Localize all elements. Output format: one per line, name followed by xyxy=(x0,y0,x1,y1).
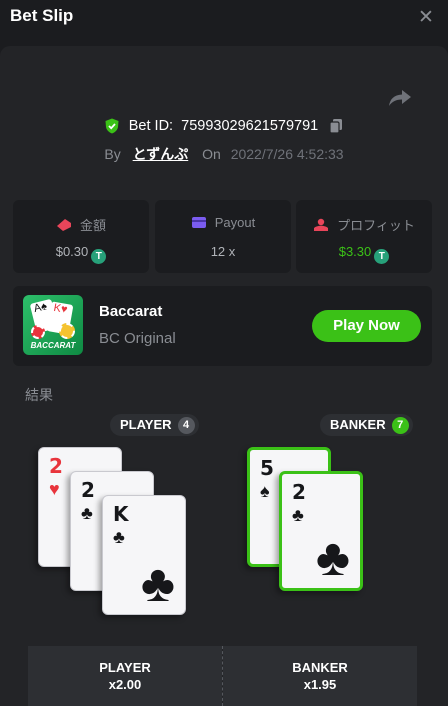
bet-id-value: 75993029621579791 xyxy=(181,118,319,135)
player-badge: PLAYER 4 xyxy=(110,414,199,436)
banker-card-2: 2 ♣ ♣ xyxy=(279,471,363,591)
club-icon: ♣ xyxy=(315,529,350,587)
copy-icon[interactable] xyxy=(328,118,344,134)
verified-shield-icon xyxy=(105,118,119,134)
stat-payout-value: 12 x xyxy=(210,244,236,259)
club-icon: ♣ xyxy=(140,555,175,613)
page-title: Bet Slip xyxy=(10,6,74,25)
spade-icon: ♠ xyxy=(260,481,270,501)
card-rank: 2 xyxy=(292,480,306,504)
result-label: 結果 xyxy=(25,387,53,403)
game-name: Baccarat xyxy=(99,303,163,320)
share-icon[interactable] xyxy=(388,88,412,108)
player-card-3: K ♣ ♣ xyxy=(102,495,186,615)
game-thumbnail[interactable]: A♠ K♥ BACCARAT xyxy=(23,295,83,355)
stat-amount-label: 金額 xyxy=(79,218,106,233)
bet-date: 2022/7/26 4:52:33 xyxy=(230,146,344,162)
wallet-icon xyxy=(191,217,206,228)
player-bet-option[interactable]: PLAYER x2.00 xyxy=(28,646,222,706)
game-thumbnail-text: BACCARAT xyxy=(30,341,76,350)
bet-author-row: By とずんぷ On 2022/7/26 4:52:33 xyxy=(0,144,448,164)
game-card: A♠ K♥ BACCARAT Baccarat BC Original Play… xyxy=(13,286,432,366)
play-now-button[interactable]: Play Now xyxy=(312,310,421,342)
player-bet-label: PLAYER xyxy=(99,660,151,675)
card-rank: 2 xyxy=(49,454,63,478)
by-label: By xyxy=(104,146,121,162)
banker-bet-odds: x1.95 xyxy=(303,677,337,692)
bet-id-label: Bet ID: xyxy=(128,118,174,135)
club-icon: ♣ xyxy=(81,503,93,523)
game-provider: BC Original xyxy=(99,330,176,347)
card-rank: 5 xyxy=(260,456,274,480)
stat-profit: プロフィット $3.30 T xyxy=(296,200,432,273)
player-badge-label: PLAYER xyxy=(120,417,172,432)
club-icon: ♣ xyxy=(113,527,125,547)
on-label: On xyxy=(202,146,221,162)
banker-badge: BANKER 7 xyxy=(320,414,413,436)
banker-score: 7 xyxy=(391,417,409,434)
banker-bet-option[interactable]: BANKER x1.95 xyxy=(223,646,417,706)
bet-amount-icon xyxy=(56,219,71,231)
stat-payout: Payout 12 x xyxy=(155,200,291,273)
stat-amount: 金額 $0.30 T xyxy=(13,200,149,273)
card-rank: K xyxy=(113,502,129,526)
player-score: 4 xyxy=(177,417,195,434)
profit-icon xyxy=(314,218,329,231)
card-rank: 2 xyxy=(81,478,95,502)
stat-profit-value: $3.30 xyxy=(338,244,372,259)
token-icon: T xyxy=(374,249,390,264)
club-icon: ♣ xyxy=(292,505,304,525)
heart-icon: ♥ xyxy=(49,479,60,499)
banker-badge-label: BANKER xyxy=(330,417,386,432)
banker-bet-label: BANKER xyxy=(292,660,348,675)
bet-slip-header: Bet Slip ✕ xyxy=(0,0,448,46)
user-link[interactable]: とずんぷ xyxy=(133,146,189,162)
bet-id-row: Bet ID: 75993029621579791 xyxy=(0,118,448,138)
token-icon: T xyxy=(91,249,107,264)
stat-payout-label: Payout xyxy=(214,215,256,230)
close-icon[interactable]: ✕ xyxy=(418,6,434,29)
player-bet-odds: x2.00 xyxy=(108,677,142,692)
stat-profit-label: プロフィット xyxy=(337,218,415,233)
stat-amount-value: $0.30 xyxy=(55,244,89,259)
